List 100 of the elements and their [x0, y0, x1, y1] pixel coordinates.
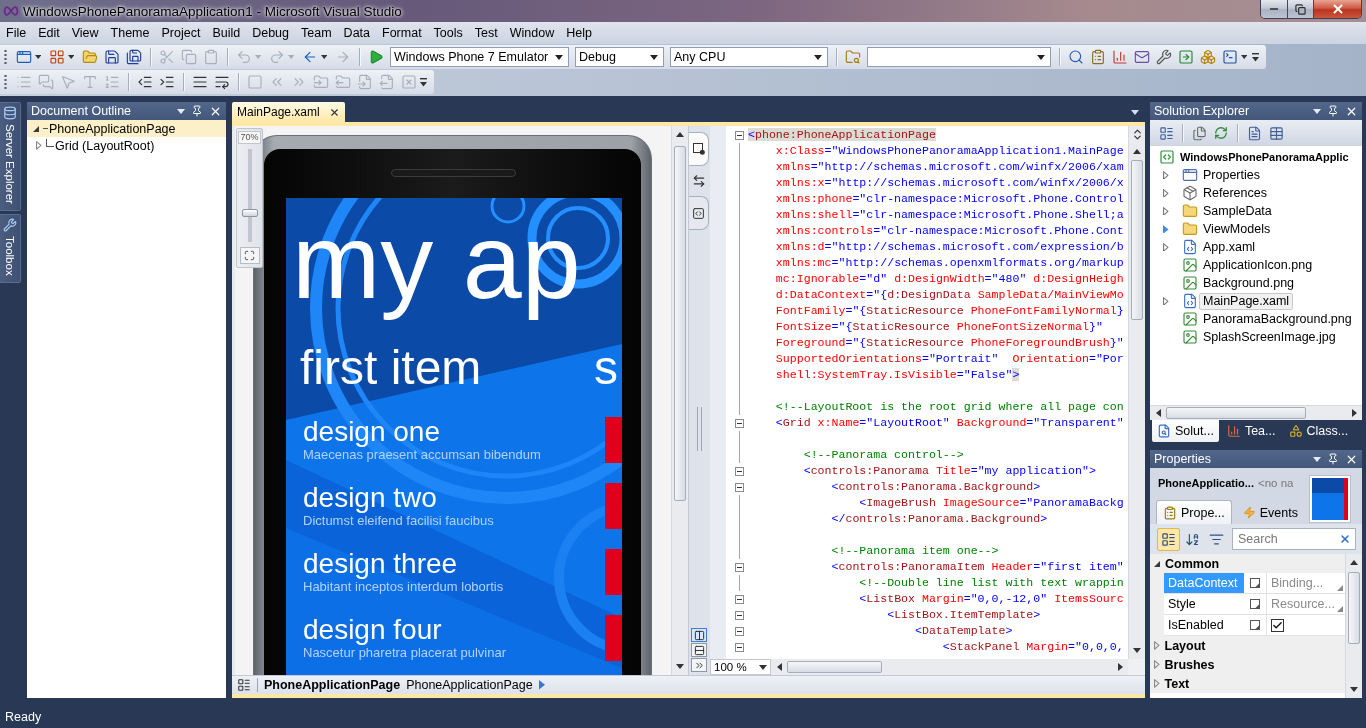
panel-tab[interactable]: Prope...	[1156, 500, 1232, 524]
save-all-icon[interactable]	[126, 49, 142, 65]
caret-down-icon[interactable]	[321, 55, 328, 59]
outline-triangle-icon[interactable]	[1163, 296, 1169, 306]
caret-down-icon[interactable]	[68, 55, 75, 59]
scroll-thumb[interactable]	[1166, 407, 1306, 419]
minimize-button[interactable]	[1261, 0, 1287, 18]
menu-item[interactable]: Test	[468, 24, 504, 42]
tree-item[interactable]: Properties	[1199, 166, 1264, 184]
side-tab[interactable]: Server Explorer	[0, 102, 21, 211]
breadcrumb-element[interactable]: PhoneApplicationPage	[264, 678, 401, 692]
collapse-box-icon[interactable]	[735, 562, 744, 572]
search-icon[interactable]	[1068, 49, 1084, 65]
menu-item[interactable]: Build	[206, 24, 247, 42]
tree-item[interactable]: SampleData	[1199, 202, 1276, 220]
vertical-scrollbar[interactable]	[1345, 554, 1362, 698]
view-button[interactable]	[1157, 527, 1180, 551]
combo-box[interactable]: Windows Phone 7 Emulator	[390, 47, 569, 67]
collapse-box-icon[interactable]	[735, 642, 744, 652]
scroll-down-icon[interactable]	[676, 664, 684, 669]
property-name[interactable]: Style	[1164, 594, 1244, 615]
menu-item[interactable]: File	[0, 24, 33, 42]
slider-thumb[interactable]	[241, 208, 258, 217]
files-icon[interactable]	[1191, 125, 1207, 141]
toolbar-grip[interactable]	[4, 74, 7, 90]
tree-item[interactable]: ViewModels	[1199, 220, 1275, 238]
outline-triangle-icon[interactable]	[1163, 170, 1169, 180]
boxes-icon[interactable]	[1200, 49, 1216, 65]
lines-icon[interactable]	[192, 74, 208, 90]
overflow-chevron-icon[interactable]	[420, 77, 427, 87]
panel-tab[interactable]: Class...	[1283, 420, 1354, 442]
tree-item[interactable]: PanoramaBackground.png	[1199, 310, 1356, 328]
property-marker-icon[interactable]	[1250, 620, 1260, 630]
triangle-right-icon[interactable]	[538, 680, 545, 690]
arrow-square-icon[interactable]	[1178, 49, 1194, 65]
grid-icon[interactable]	[49, 49, 65, 65]
collapse-box-icon[interactable]	[735, 130, 744, 140]
toolbar-grip[interactable]	[4, 49, 7, 65]
tree-item[interactable]: App.xaml	[1199, 238, 1260, 256]
document-tab[interactable]: MainPage.xaml	[232, 102, 345, 122]
play-icon[interactable]	[368, 49, 384, 65]
combo-box[interactable]: Debug	[575, 47, 664, 67]
pin-icon[interactable]	[1327, 453, 1339, 465]
list-icon[interactable]	[1158, 125, 1174, 141]
collapse-box-icon[interactable]	[735, 418, 744, 428]
scroll-thumb[interactable]	[1348, 572, 1360, 644]
scroll-up-icon[interactable]	[676, 132, 684, 137]
filled-triangle-icon[interactable]	[33, 125, 39, 132]
envelope-icon[interactable]	[1134, 49, 1150, 65]
scroll-left-icon[interactable]	[776, 663, 782, 671]
caret-down-icon[interactable]	[555, 54, 563, 60]
horizontal-scrollbar[interactable]	[771, 659, 1128, 675]
outline-triangle-icon[interactable]	[1154, 679, 1160, 688]
arrow-left-icon[interactable]	[302, 49, 318, 65]
pane-tab[interactable]	[689, 132, 709, 166]
refresh-icon[interactable]	[1214, 126, 1228, 140]
pane-tab[interactable]	[689, 196, 709, 230]
menu-item[interactable]: Help	[560, 24, 598, 42]
app-window-icon[interactable]	[16, 49, 32, 65]
save-icon[interactable]	[104, 49, 120, 65]
caret-down-icon[interactable]	[1037, 54, 1045, 60]
property-value[interactable]: Resource...	[1266, 594, 1345, 615]
collapse-box-icon[interactable]	[735, 626, 744, 636]
clear-cross-icon[interactable]	[1339, 533, 1351, 545]
fit-button[interactable]	[239, 247, 260, 264]
property-marker-icon[interactable]	[1250, 578, 1260, 588]
document-text-icon[interactable]	[1246, 125, 1262, 141]
scroll-left-icon[interactable]	[1155, 409, 1161, 417]
collapse-box-icon[interactable]	[735, 466, 744, 476]
collapse-box-icon[interactable]	[735, 610, 744, 620]
overflow-chevron-icon[interactable]	[1252, 52, 1259, 62]
menu-item[interactable]: View	[65, 24, 105, 42]
combo-box[interactable]: Any CPU	[670, 47, 828, 67]
tree-item[interactable]: ApplicationIcon.png	[1199, 256, 1317, 274]
menu-item[interactable]: Team	[295, 24, 338, 42]
split-button[interactable]	[691, 628, 707, 642]
menu-item[interactable]: Theme	[104, 24, 156, 42]
scroll-down-icon[interactable]	[1350, 687, 1358, 692]
splitter-grip[interactable]	[697, 406, 702, 451]
category-header[interactable]: Text	[1150, 674, 1345, 693]
folder-icon[interactable]	[82, 49, 98, 65]
scroll-right-icon[interactable]	[1117, 663, 1123, 671]
property-value[interactable]: Binding...	[1266, 573, 1345, 594]
caret-down-icon[interactable]	[814, 54, 822, 60]
name-field[interactable]: <no na	[1257, 477, 1304, 489]
wrap-text-icon[interactable]	[214, 74, 230, 90]
restore-button[interactable]	[1287, 0, 1313, 18]
menu-item[interactable]: Project	[155, 24, 207, 42]
scroll-thumb[interactable]	[1131, 160, 1143, 320]
outline-triangle-icon[interactable]	[1163, 242, 1169, 252]
panel-tab[interactable]: Events	[1235, 500, 1305, 524]
pin-icon[interactable]	[1327, 105, 1339, 117]
menu-item[interactable]: Tools	[427, 24, 469, 42]
terminal-icon[interactable]	[1222, 49, 1238, 65]
outline-triangle-icon[interactable]	[1154, 641, 1160, 650]
tree-item[interactable]: Background.png	[1199, 274, 1299, 292]
caret-down-icon[interactable]	[35, 55, 42, 59]
caret-down-icon[interactable]	[650, 54, 658, 60]
scroll-thumb[interactable]	[787, 661, 882, 673]
menu-item[interactable]: Format	[376, 24, 428, 42]
